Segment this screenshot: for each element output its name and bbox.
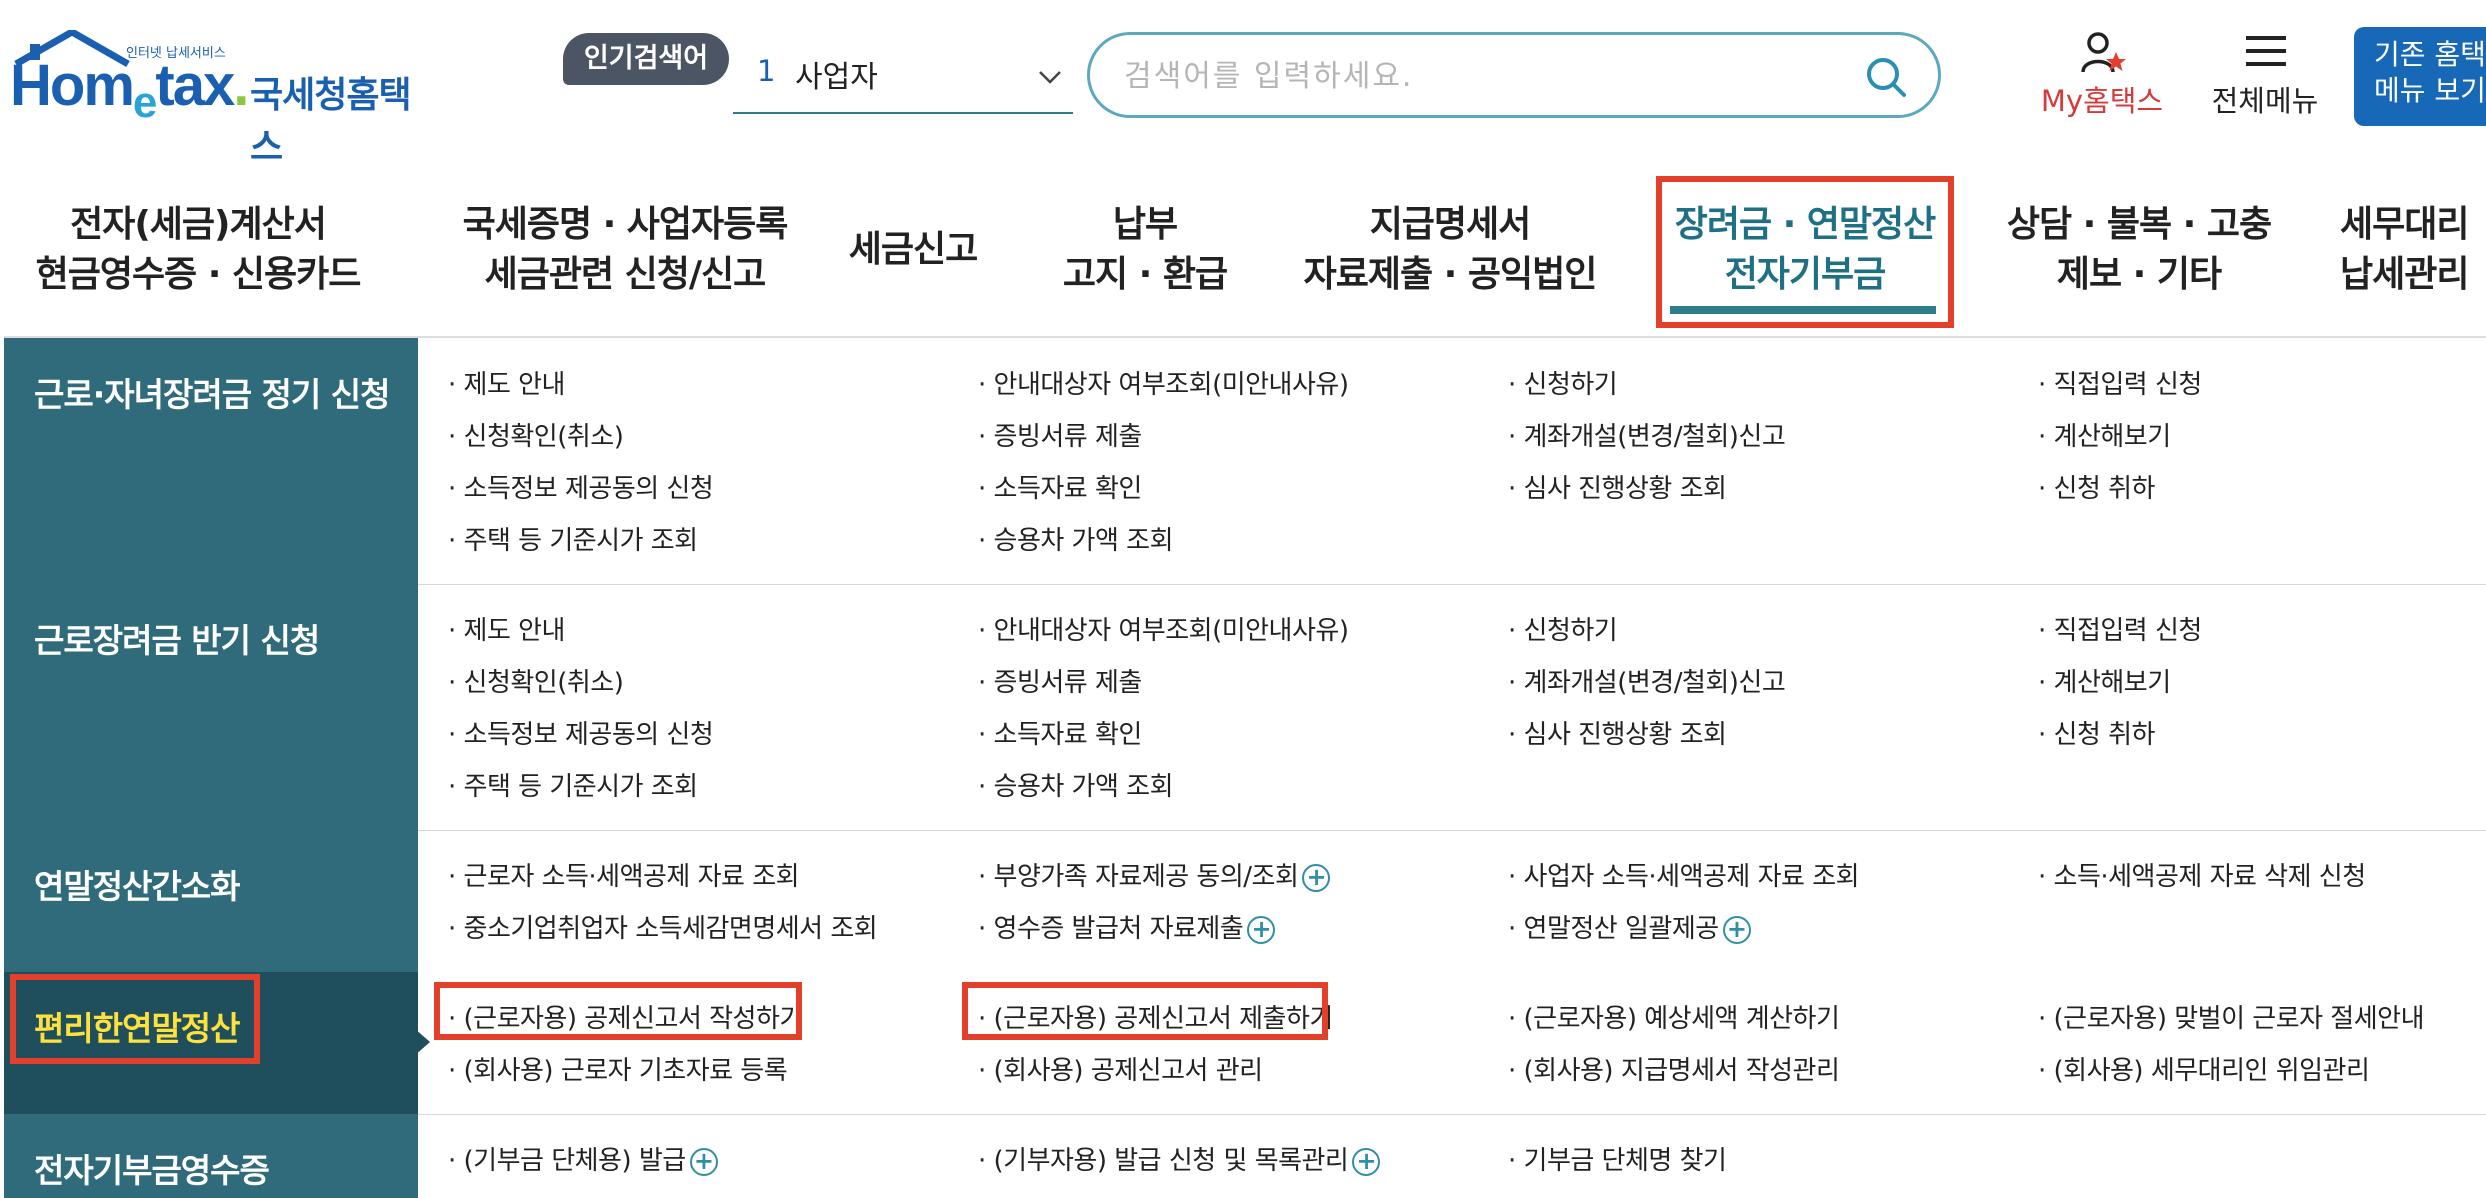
gnb-tab-einvoice[interactable]: 전자(세금)계산서 현금영수증 · 신용카드 (18, 165, 378, 335)
menu-link[interactable]: · 신청확인(취소) (448, 662, 624, 699)
my-hometax-label: My홈택스 (2040, 84, 2164, 118)
menu-link[interactable]: · 신청 취하 (2038, 714, 2155, 751)
section-e-donation: 전자기부금영수증 · (기부금 단체용) 발급 + · (기부자용) 발급 신청 … (4, 1114, 2486, 1198)
menu-link[interactable]: · 주택 등 기준시가 조회 (448, 766, 698, 803)
popular-keyword: 사업자 (795, 60, 878, 95)
active-section-arrow (414, 1028, 430, 1056)
menu-link[interactable]: · 신청하기 (1508, 610, 1618, 647)
menu-link[interactable]: · 중소기업취업자 소득세감면명세서 조회 (448, 908, 878, 945)
global-nav: 전자(세금)계산서 현금영수증 · 신용카드 국세증명 · 사업자등록 세금관련… (0, 165, 2486, 335)
hometax-logo[interactable]: 인터넷 납세서비스 Hometax. 국세청홈택스 (6, 26, 436, 168)
menu-link[interactable]: · (회사용) 세무대리인 위임관리 (2038, 1050, 2370, 1087)
gnb-tab-payment[interactable]: 납부 고지 · 환급 (1040, 165, 1250, 335)
logo-korean: 국세청홈택스 (250, 75, 412, 168)
section-yearend-simple: 연말정산간소화 · 근로자 소득·세액공제 자료 조회 · 부양가족 자료제공 … (4, 830, 2486, 973)
section-eitc-half: 근로장려금 반기 신청 · 제도 안내 · 안내대상자 여부조회(미안내사유) … (4, 584, 2486, 831)
menu-link[interactable]: · 안내대상자 여부조회(미안내사유) (978, 610, 1349, 647)
menu-link[interactable]: · 안내대상자 여부조회(미안내사유) (978, 364, 1349, 401)
section-title[interactable]: 근로장려금 반기 신청 (4, 584, 418, 830)
menu-link[interactable]: · 신청확인(취소) (448, 416, 624, 453)
menu-link[interactable]: · 증빙서류 제출 (978, 662, 1142, 699)
my-hometax-button[interactable]: My홈택스 (2032, 30, 2172, 120)
menu-link[interactable]: · 제도 안내 (448, 610, 565, 647)
menu-link[interactable]: · (근로자용) 공제신고서 작성하기 (448, 998, 803, 1035)
chevron-down-icon (1039, 71, 1061, 84)
menu-link[interactable]: · 계산해보기 (2038, 416, 2171, 453)
menu-link[interactable]: · 소득자료 확인 (978, 468, 1142, 505)
gnb-tab-payment-statement[interactable]: 지급명세서 자료제출 · 공익법인 (1300, 165, 1600, 335)
plus-circle-icon[interactable]: + (689, 1147, 718, 1176)
plus-circle-icon[interactable]: + (1247, 915, 1276, 944)
popular-keyword-select[interactable]: 1 사업자 (733, 44, 1073, 114)
menu-link[interactable]: · 소득·세액공제 자료 삭제 신청 (2038, 856, 2366, 893)
menu-link[interactable]: · 계좌개설(변경/철회)신고 (1508, 416, 1786, 453)
menu-link[interactable]: · 제도 안내 (448, 364, 565, 401)
menu-link[interactable]: · 심사 진행상황 조회 (1508, 714, 1727, 751)
plus-circle-icon[interactable]: + (1722, 915, 1751, 944)
menu-link[interactable]: · (근로자용) 공제신고서 제출하기 (978, 998, 1333, 1035)
section-title[interactable]: 근로·자녀장려금 정기 신청 (4, 338, 418, 584)
menu-link[interactable]: · 부양가족 자료제공 동의/조회 + (978, 856, 1331, 893)
menu-link[interactable]: · 주택 등 기준시가 조회 (448, 520, 698, 557)
menu-link[interactable]: · 연말정산 일괄제공 + (1508, 908, 1751, 945)
menu-link[interactable]: · 소득정보 제공동의 신청 (448, 468, 714, 505)
gnb-tab-tax-agent[interactable]: 세무대리 납세관리 (2340, 165, 2486, 335)
popular-search-badge: 인기검색어 (563, 33, 729, 85)
menu-link[interactable]: · (회사용) 공제신고서 관리 (978, 1050, 1263, 1087)
section-title[interactable]: 연말정산간소화 (4, 830, 418, 972)
menu-link[interactable]: · 심사 진행상황 조회 (1508, 468, 1727, 505)
menu-link[interactable]: · 신청 취하 (2038, 468, 2155, 505)
menu-link[interactable]: · 직접입력 신청 (2038, 610, 2202, 647)
menu-link[interactable]: · (기부금 단체용) 발급 + (448, 1140, 718, 1177)
menu-link[interactable]: · 신청하기 (1508, 364, 1618, 401)
gnb-tab-tax-filing[interactable]: 세금신고 (836, 165, 990, 335)
all-menu-button[interactable]: 전체메뉴 (2200, 30, 2330, 120)
menu-link[interactable]: · 영수증 발급처 자료제출 + (978, 908, 1276, 945)
section-title[interactable]: 전자기부금영수증 (4, 1114, 418, 1198)
popular-rank: 1 (757, 54, 776, 88)
search-icon[interactable] (1864, 55, 1908, 99)
section-eitc-regular: 근로·자녀장려금 정기 신청 · 제도 안내 · 안내대상자 여부조회(미안내사… (4, 338, 2486, 585)
active-tab-highlight-box (1656, 176, 1954, 328)
menu-link[interactable]: · 소득자료 확인 (978, 714, 1142, 751)
menu-link[interactable]: · 근로자 소득·세액공제 자료 조회 (448, 856, 800, 893)
section-convenient-yearend: 편리한연말정산 · (근로자용) 공제신고서 작성하기 · (근로자용) 공제신… (4, 972, 2486, 1115)
gnb-tab-consult[interactable]: 상담 · 불복 · 고충 제보 · 기타 (2004, 165, 2274, 335)
menu-link[interactable]: · 소득정보 제공동의 신청 (448, 714, 714, 751)
header: 인터넷 납세서비스 Hometax. 국세청홈택스 인기검색어 1 사업자 My… (0, 0, 2486, 168)
all-menu-label: 전체메뉴 (2211, 84, 2319, 118)
menu-link[interactable]: · 증빙서류 제출 (978, 416, 1142, 453)
hamburger-menu-icon (2246, 36, 2286, 66)
logo-english: Hometax. (10, 53, 249, 127)
menu-link[interactable]: · (근로자용) 맞벌이 근로자 절세안내 (2038, 998, 2425, 1035)
search-input[interactable] (1122, 53, 1826, 99)
mega-menu: 근로·자녀장려금 정기 신청 · 제도 안내 · 안내대상자 여부조회(미안내사… (4, 336, 2486, 1198)
menu-link[interactable]: · (회사용) 지급명세서 작성관리 (1508, 1050, 1840, 1087)
plus-circle-icon[interactable]: + (1302, 863, 1331, 892)
menu-link[interactable]: · (근로자용) 예상세액 계산하기 (1508, 998, 1840, 1035)
menu-link[interactable]: · (회사용) 근로자 기초자료 등록 (448, 1050, 788, 1087)
gnb-tab-certificate[interactable]: 국세증명 · 사업자등록 세금관련 신청/신고 (430, 165, 820, 335)
section-title[interactable]: 편리한연말정산 (4, 972, 418, 1114)
legacy-menu-button[interactable]: 기존 홈택스 메뉴 보기 (2354, 27, 2486, 126)
menu-link[interactable]: · 기부금 단체명 찾기 (1508, 1140, 1727, 1177)
user-star-icon (2081, 32, 2126, 73)
plus-circle-icon[interactable]: + (1352, 1147, 1381, 1176)
menu-link[interactable]: · 사업자 소득·세액공제 자료 조회 (1508, 856, 1860, 893)
menu-link[interactable]: · 승용차 가액 조회 (978, 766, 1174, 803)
menu-link[interactable]: · 계좌개설(변경/철회)신고 (1508, 662, 1786, 699)
menu-link[interactable]: · 승용차 가액 조회 (978, 520, 1174, 557)
menu-link[interactable]: · 계산해보기 (2038, 662, 2171, 699)
menu-link[interactable]: · (기부자용) 발급 신청 및 목록관리 + (978, 1140, 1381, 1177)
menu-link[interactable]: · 직접입력 신청 (2038, 364, 2202, 401)
search-box (1087, 32, 1941, 118)
